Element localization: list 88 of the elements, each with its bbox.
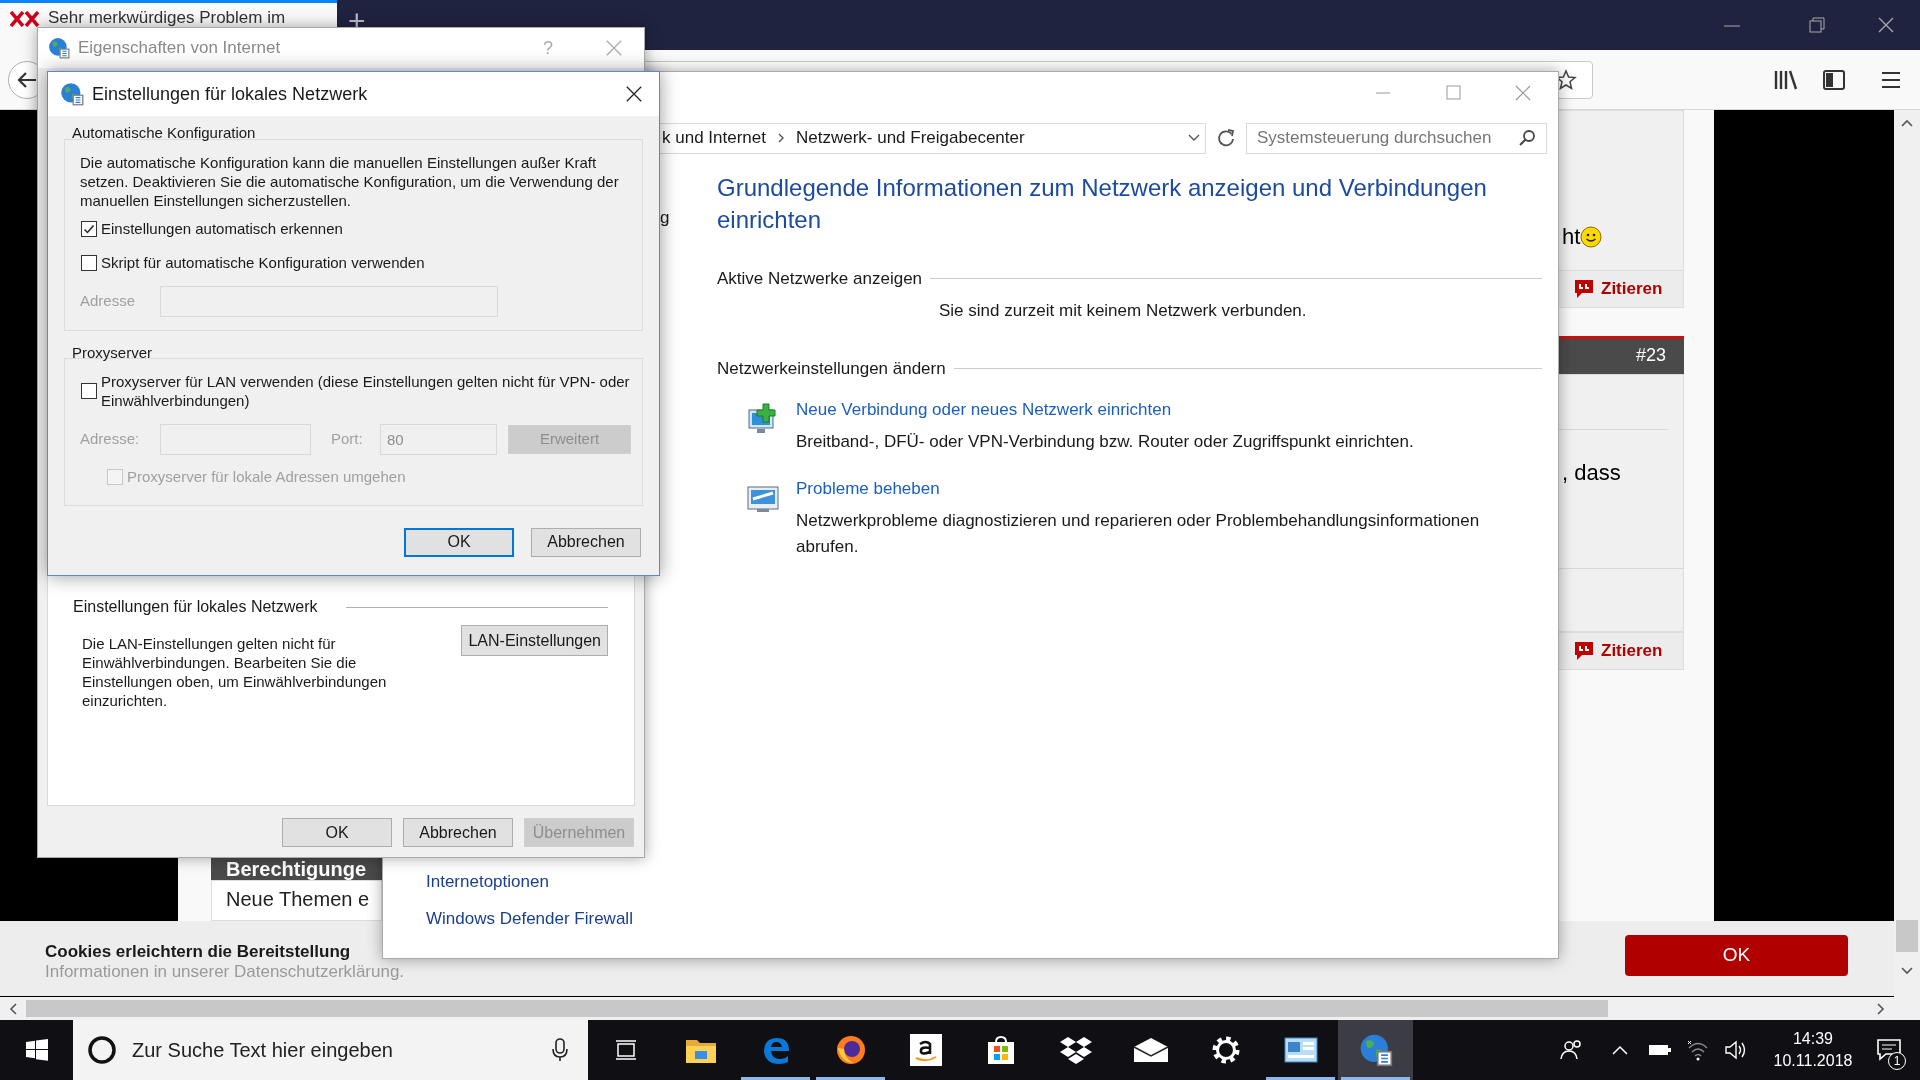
checkbox-label: Proxyserver für lokale Adressen umgehen	[127, 467, 406, 487]
task-description: Breitband-, DFÜ- oder VPN-Verbindung bzw. Router oder Zugriffspunkt einrichten.	[796, 430, 1415, 453]
see-also-link[interactable]: Windows Defender Firewall	[426, 909, 633, 929]
checkbox-label: Einstellungen automatisch erkennen	[101, 219, 343, 239]
dialog-button[interactable]: Abbrechen	[403, 818, 513, 847]
microphone-icon[interactable]	[552, 1038, 568, 1062]
refresh-icon[interactable]	[1216, 128, 1236, 148]
breadcrumb-item[interactable]: Netzwerk- und Freigabecenter	[795, 125, 1025, 151]
settings-icon	[1210, 1035, 1241, 1065]
speech-bubble-icon	[1573, 278, 1595, 300]
scroll-down-icon[interactable]	[1900, 966, 1914, 976]
control-panel-icon	[1283, 1035, 1318, 1065]
task-description: Netzwerkprobleme diagnostizieren und reparieren oder Problembehandlungsinformationen abrufen.	[796, 509, 1481, 558]
search-field[interactable]: Systemsteuerung durchsuchen	[1257, 125, 1518, 151]
cookie-text: Cookies erleichtern die Bereitstellung	[45, 942, 351, 962]
dialog-title: Einstellungen für lokales Netzwerk	[92, 82, 369, 106]
checkbox-label: Skript für automatische Konfiguration verwenden	[101, 252, 425, 273]
see-also-link[interactable]: Internetoptionen	[426, 872, 633, 892]
dropbox-icon	[1058, 1035, 1093, 1065]
dialog-button[interactable]: OK	[404, 527, 514, 557]
search-icon[interactable]	[1518, 129, 1536, 147]
field-label: Adresse	[80, 291, 137, 312]
vertical-scrollbar[interactable]	[1894, 110, 1920, 997]
library-icon[interactable]	[1773, 68, 1799, 92]
field-label: Adresse:	[80, 429, 141, 450]
scrollbar-thumb[interactable]	[26, 1000, 1608, 1017]
dialog-button[interactable]: OK	[282, 818, 392, 847]
quote-button[interactable]: Zitieren	[1573, 276, 1663, 302]
group-label: Einstellungen für lokales Netzwerk	[73, 597, 318, 617]
scroll-left-icon[interactable]	[8, 1001, 18, 1016]
lan-settings-button[interactable]: LAN-Einstellungen	[461, 625, 608, 656]
globe-icon	[1358, 1033, 1393, 1067]
notification-badge: 1	[1888, 1052, 1906, 1070]
search-bar[interactable]: Zur Suche Text hier eingeben	[73, 1020, 588, 1080]
tab-title: Sehr merkwürdiges Problem im	[48, 9, 286, 27]
scroll-right-icon[interactable]	[1876, 1001, 1886, 1016]
group-label: Proxyserver	[72, 343, 154, 363]
task-link[interactable]: Probleme beheben	[796, 478, 1526, 499]
checkbox-label: Proxyserver für LAN verwenden (diese Einstellungen gelten nicht für VPN- oder Einwählverbindungen)	[101, 372, 631, 410]
network-status: Sie sind zurzeit mit keinem Netzwerk verbunden.	[939, 299, 1308, 322]
search-bar[interactable]: Systemsteuerung durchsuchen	[1246, 122, 1547, 154]
volume-icon[interactable]	[1724, 1040, 1746, 1060]
field-label: Port:	[331, 429, 364, 450]
nav-link[interactable]: g	[660, 205, 670, 231]
checkbox[interactable]	[81, 254, 97, 271]
envelope-icon	[1132, 1037, 1169, 1063]
task-link[interactable]: Neue Verbindung oder neues Netzwerk einrichten	[796, 399, 1526, 420]
task-view-icon	[613, 1039, 638, 1061]
people-icon[interactable]	[1560, 1038, 1584, 1062]
windows-logo-icon	[25, 1039, 48, 1061]
post-number: #23	[1636, 344, 1667, 367]
cortana-icon	[86, 1034, 118, 1066]
favicon-icon	[10, 11, 40, 27]
section-header: Berechtigunge	[211, 858, 382, 880]
smiley-icon	[1580, 226, 1603, 248]
accept-button[interactable]: OK	[1625, 935, 1848, 976]
breadcrumb-item[interactable]: k und Internet	[662, 125, 766, 151]
group-description: Die LAN-Einstellungen gelten nicht für Einwählverbindungen. Bearbeiten Sie die Einstellungen oben, um Einwählverbindungen einzurichten.	[82, 634, 388, 710]
globe-icon	[60, 82, 84, 106]
scroll-up-icon[interactable]	[1900, 118, 1914, 128]
amazon-icon	[909, 1034, 942, 1066]
section-label: Aktive Netzwerke anzeigen	[717, 268, 923, 290]
quote-button[interactable]: Zitieren	[1573, 638, 1663, 664]
horizontal-scrollbar[interactable]	[0, 997, 1920, 1020]
group-description: Die automatische Konfiguration kann die manuellen Einstellungen außer Kraft setzen. Deaktivieren Sie die automatische Konfiguration, um die Verwendung der manuellen Einstellungen sicherzustellen.	[80, 153, 620, 210]
post-text: , dass	[1562, 460, 1621, 486]
checkbox[interactable]	[81, 383, 97, 399]
group-label: Automatische Konfiguration	[72, 124, 256, 141]
globe-icon	[48, 37, 70, 59]
battery-icon[interactable]	[1648, 1043, 1672, 1057]
chevron-up-icon[interactable]	[1612, 1045, 1628, 1055]
scrollbar-thumb[interactable]	[1896, 920, 1918, 952]
post-text: ht	[1562, 224, 1581, 250]
cookie-text: Informationen in unserer Datenschutzerklärung.	[45, 962, 405, 982]
firefox-icon	[834, 1034, 867, 1066]
sidebar-icon[interactable]	[1822, 69, 1846, 91]
back-arrow-icon	[17, 71, 37, 89]
search-field[interactable]: Zur Suche Text hier eingeben	[132, 1035, 538, 1065]
section-label: Netzwerkeinstellungen ändern	[717, 358, 946, 380]
page-heading: Grundlegende Informationen zum Netzwerk anzeigen und Verbindungen einrichten	[717, 173, 1488, 235]
wifi-icon[interactable]	[1686, 1039, 1710, 1061]
close-icon[interactable]	[626, 86, 642, 102]
clock[interactable]: 14:39 10.11.2018	[1768, 1028, 1858, 1072]
speech-bubble-icon	[1573, 640, 1595, 662]
section-text: Neue Themen e	[226, 887, 370, 911]
dialog-button[interactable]: Abbrechen	[531, 527, 641, 557]
menu-icon[interactable]	[1880, 70, 1902, 90]
checkbox[interactable]	[81, 221, 97, 238]
